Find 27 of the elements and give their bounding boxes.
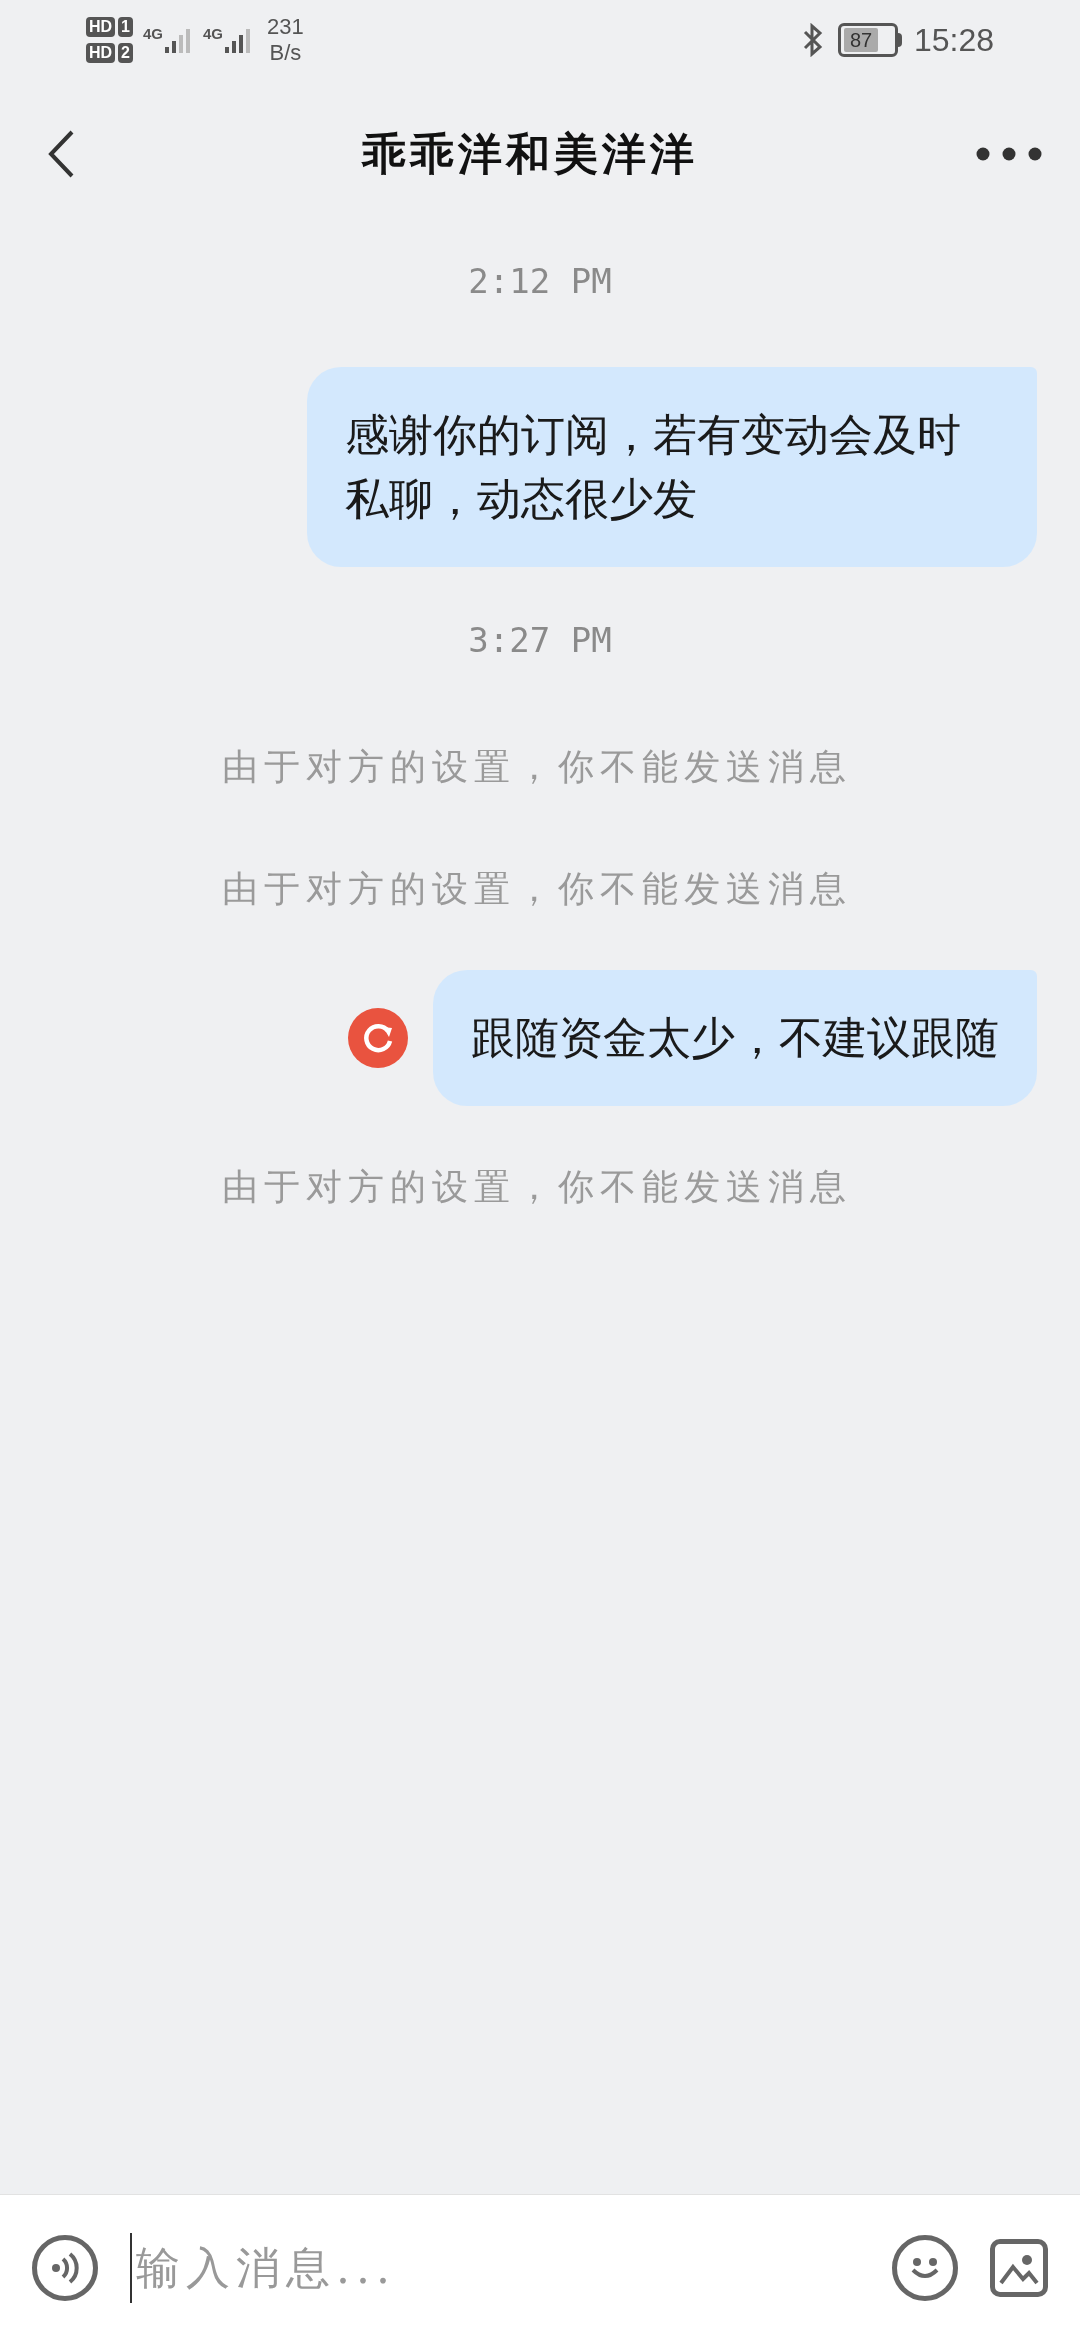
timestamp: 2:12 PM bbox=[468, 260, 612, 303]
system-notice: 由于对方的设置，你不能发送消息 bbox=[222, 746, 852, 787]
sim-badge: 2 bbox=[118, 43, 133, 63]
image-button[interactable] bbox=[990, 2238, 1048, 2297]
clock: 15:28 bbox=[913, 21, 994, 60]
message-bubble: 感谢你的订阅，若有变动会及时私聊，动态很少发 bbox=[307, 367, 1037, 567]
voice-button[interactable] bbox=[32, 2234, 98, 2301]
sim-badge: 1 bbox=[118, 17, 133, 37]
hd-badge: HD bbox=[86, 43, 116, 63]
text-cursor bbox=[130, 2232, 132, 2303]
timestamp: 3:27 PM bbox=[468, 619, 612, 662]
chat-title: 乖乖洋和美洋洋 bbox=[362, 127, 698, 181]
message-input[interactable]: 输入消息... bbox=[132, 2232, 860, 2303]
bluetooth-icon bbox=[801, 23, 824, 57]
battery-level: 87 bbox=[843, 28, 879, 52]
speed-unit: B/s bbox=[269, 40, 302, 66]
emoji-button[interactable] bbox=[892, 2234, 958, 2301]
system-notice: 由于对方的设置，你不能发送消息 bbox=[222, 868, 852, 909]
more-icon bbox=[976, 147, 1042, 161]
network-type: 4G bbox=[143, 23, 164, 44]
message-bubble: 跟随资金太少，不建议跟随 bbox=[433, 970, 1037, 1106]
message-composer[interactable]: 输入消息... bbox=[0, 2194, 1080, 2340]
network-type: 4G bbox=[203, 23, 224, 44]
retry-icon[interactable] bbox=[347, 1007, 409, 1069]
hd-badge: HD bbox=[86, 17, 116, 37]
network-speed: 231 bbox=[267, 14, 304, 40]
system-notice: 由于对方的设置，你不能发送消息 bbox=[222, 1166, 852, 1207]
